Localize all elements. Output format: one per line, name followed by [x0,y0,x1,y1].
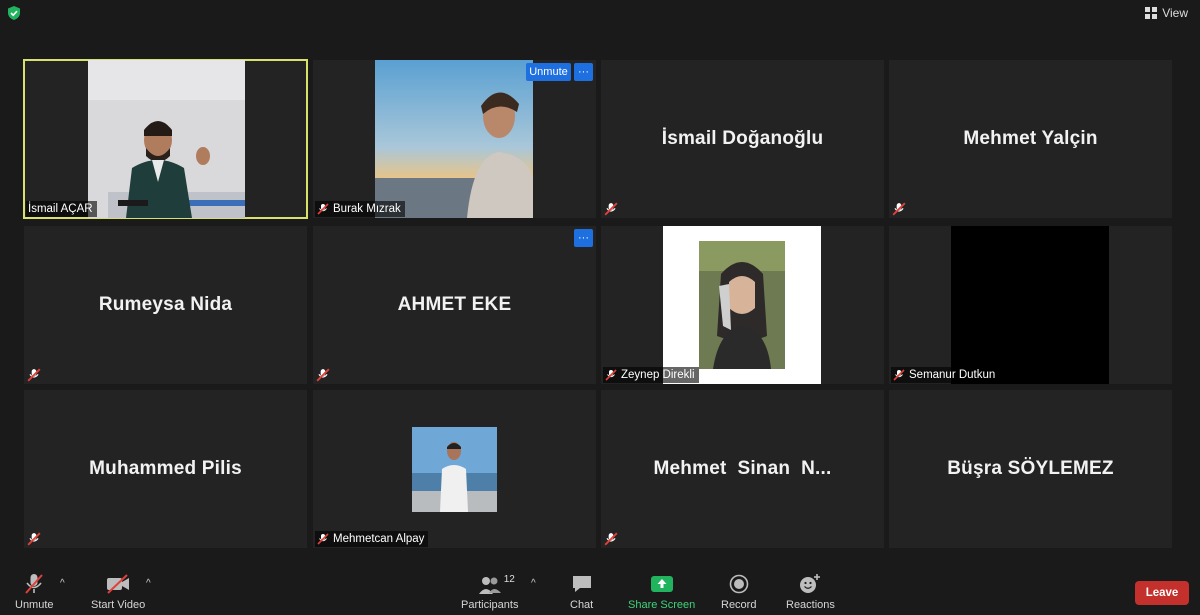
muted-mic-icon [316,368,330,382]
video-tile[interactable]: ··· AHMET EKE [313,226,596,384]
chat-label: Chat [570,599,594,611]
participants-label: Participants [461,599,519,611]
participant-name-display: Rumeysa Nida [98,294,233,315]
grid-view-icon [1145,7,1158,19]
record-icon [729,574,749,594]
video-tile[interactable]: İsmail Doğanoğlu [601,60,884,218]
participant-name-label: İsmail AÇAR [26,201,97,217]
view-label: View [1162,6,1188,20]
participants-icon [478,577,501,594]
participant-name-label: Semanur Dutkun [891,367,1000,383]
muted-mic-icon [893,369,905,381]
participant-name: Mehmetcan Alpay [333,533,425,545]
share-screen-icon [650,576,673,592]
chat-icon [572,576,591,592]
reactions-button[interactable]: Reactions [786,572,835,611]
video-options-caret[interactable]: ^ [146,578,151,589]
muted-mic-icon [27,368,41,382]
video-tile[interactable]: Zeynep Direkli [601,226,884,384]
video-tile[interactable]: Semanur Dutkun [889,226,1172,384]
participant-name-display: AHMET EKE [397,294,512,315]
audio-options-caret[interactable]: ^ [60,578,65,589]
participant-video-burak-mizrak [375,60,533,218]
leave-button[interactable]: Leave [1135,581,1189,605]
participant-name-display: Büşra SÖYLEMEZ [947,458,1114,479]
video-tile[interactable]: Mehmet Yalçin [889,60,1172,218]
unmute-label: Unmute [15,599,54,611]
video-tile[interactable]: Muhammed Pilis [24,390,307,548]
muted-mic-icon [317,533,329,545]
muted-mic-icon [27,532,41,546]
participant-name-display: Muhammed Pilis [89,458,242,479]
video-tile[interactable]: Mehmetcan Alpay [313,390,596,548]
muted-mic-icon [317,203,329,215]
participant-name: Semanur Dutkun [909,369,996,381]
participants-button[interactable]: 12 Participants [461,572,518,611]
share-screen-button[interactable]: Share Screen [628,572,695,611]
muted-mic-icon [605,369,617,381]
reactions-icon [800,574,821,593]
unmute-button[interactable]: Unmute [15,572,54,611]
more-options-button[interactable]: ··· [574,63,593,81]
participant-name: İsmail AÇAR [28,203,93,215]
participant-name: Burak Mızrak [333,203,401,215]
participant-name-display: Mehmet Yalçin [963,128,1098,149]
participant-name-label: Burak Mızrak [315,201,405,217]
participant-photo-zeynep-direkli [663,226,821,384]
view-button[interactable]: View [1141,3,1192,23]
chat-button[interactable]: Chat [570,572,593,611]
participant-name-label: Mehmetcan Alpay [315,531,429,547]
encryption-shield-icon[interactable] [6,5,22,21]
participant-name-display: Mehmet Sinan N... [653,458,832,479]
participants-options-caret[interactable]: ^ [531,578,536,589]
meeting-toolbar: Unmute ^ Start Video ^ 12 Participants ^ [0,566,1200,615]
video-tile[interactable]: İsmail AÇAR [23,59,308,219]
video-off-icon [107,574,130,594]
record-button[interactable]: Record [721,572,756,611]
participant-name-label: Zeynep Direkli [603,367,699,383]
muted-mic-icon [604,532,618,546]
share-screen-label: Share Screen [628,599,696,611]
more-options-button[interactable]: ··· [574,229,593,247]
start-video-label: Start Video [91,599,146,611]
video-tile[interactable]: Büşra SÖYLEMEZ [889,390,1172,548]
participant-name: Zeynep Direkli [621,369,695,381]
muted-mic-icon [604,202,618,216]
participant-photo-mehmetcan-alpay [412,427,497,512]
participants-count: 12 [503,574,515,585]
unmute-request-button[interactable]: Unmute [526,63,571,81]
video-tile[interactable]: Rumeysa Nida [24,226,307,384]
video-tile[interactable]: Mehmet Sinan N... [601,390,884,548]
muted-mic-icon [892,202,906,216]
participant-video-semanur-dutkun [951,226,1109,384]
muted-mic-icon [25,574,44,594]
record-label: Record [721,599,757,611]
top-bar: View [0,0,1200,26]
start-video-button[interactable]: Start Video [91,572,145,611]
reactions-label: Reactions [786,599,835,611]
participant-video-ismail-acar [88,60,245,218]
video-tile[interactable]: Unmute ··· Burak Mızrak [313,60,596,218]
participant-name-display: İsmail Doğanoğlu [661,128,824,149]
